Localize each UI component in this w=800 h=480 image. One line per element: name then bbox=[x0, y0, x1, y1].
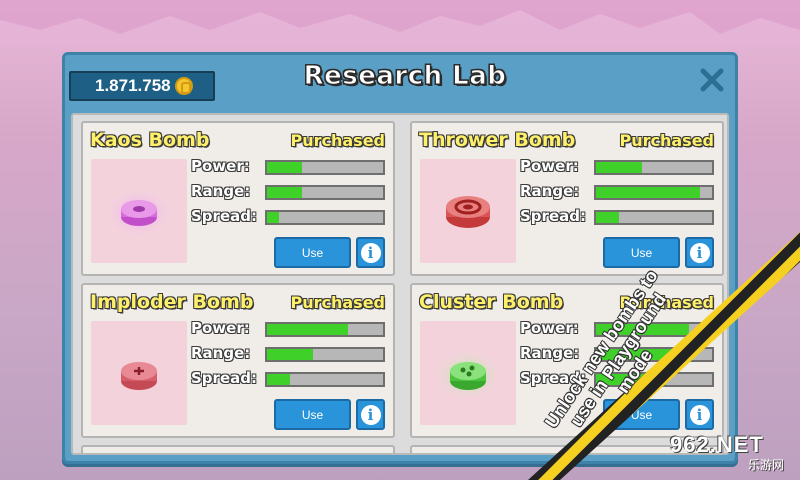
watermark-sub: 乐游网 bbox=[748, 458, 785, 472]
watermark: 962.NET 乐游网 bbox=[670, 432, 798, 476]
promo-hazard-banner bbox=[528, 232, 800, 480]
watermark-logo: 962.NET bbox=[670, 432, 764, 457]
